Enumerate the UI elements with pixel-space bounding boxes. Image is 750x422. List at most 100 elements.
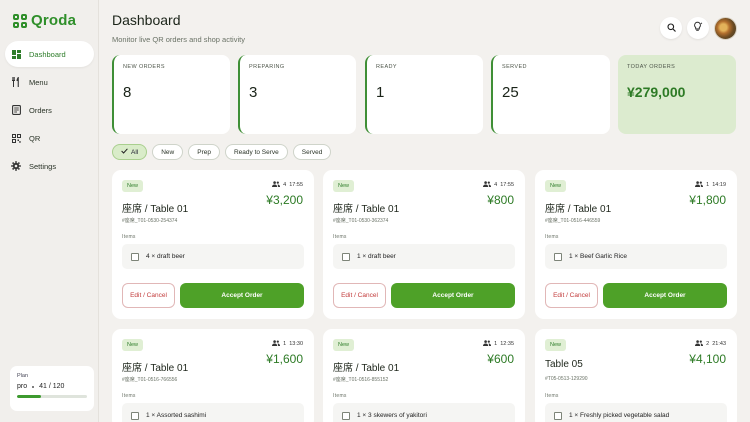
items-label: Items	[333, 393, 347, 399]
sidebar-item-label: Orders	[29, 105, 52, 115]
sidebar-item-label: QR	[29, 133, 41, 143]
sidebar-item-orders[interactable]: Orders	[5, 97, 94, 123]
item-checkbox[interactable]	[342, 411, 350, 420]
order-item-text: 1 × Freshly picked vegetable salad	[569, 412, 670, 419]
sidebar-item-label: Menu	[29, 77, 48, 87]
item-checkbox[interactable]	[131, 252, 139, 261]
stat-label: SERVED	[502, 64, 527, 70]
item-checkbox[interactable]	[554, 252, 562, 261]
table-name: 座席 / Table 01	[122, 204, 189, 215]
order-total: ¥3,200	[266, 193, 303, 207]
status-badge: New	[333, 180, 355, 192]
filter-chip-ready-to-serve[interactable]: Ready to Serve	[224, 144, 288, 160]
search-button[interactable]	[660, 17, 682, 39]
order-meta: 4 17:55	[483, 181, 514, 189]
sidebar-item-menu[interactable]: Menu	[5, 69, 94, 95]
item-checkbox[interactable]	[554, 411, 562, 420]
qr-logo-icon	[13, 13, 27, 28]
brand-logo[interactable]: Qroda	[13, 12, 76, 29]
plan-usage: 41 / 120	[39, 383, 65, 390]
order-id: #T05-0513-129290	[545, 376, 588, 382]
sidebar-item-label: Dashboard	[29, 49, 66, 59]
receipt-icon	[11, 105, 21, 115]
filter-chip-all[interactable]: All	[112, 144, 148, 160]
order-card: New 2 21:43 ¥4,100 Table 05 #T05-0513-12…	[535, 329, 737, 422]
order-card: New 4 17:55 ¥800 座席 / Table 01 #座席_T01-0…	[323, 170, 525, 319]
people-icon	[272, 181, 281, 189]
page-subtitle: Monitor live QR orders and shop activity	[112, 35, 245, 44]
fork-knife-icon	[11, 77, 21, 87]
accept-order-button[interactable]: Accept Order	[603, 283, 727, 308]
sidebar-nav: Dashboard Menu Orders QR Settings	[0, 41, 99, 181]
guest-count: 1	[283, 341, 287, 347]
plan-usage-line: pro 41 / 120	[17, 383, 87, 390]
order-id: #座席_T01-0516-766556	[122, 377, 178, 383]
order-time: 13:30	[289, 341, 303, 347]
order-id: #座席_T01-0530-254374	[122, 218, 178, 224]
tips-button[interactable]	[687, 17, 709, 39]
order-item-text: 1 × draft beer	[357, 253, 396, 260]
plan-card: Plan pro 41 / 120	[10, 366, 94, 411]
order-meta: 1 12:35	[483, 340, 514, 348]
stat-value: 25	[502, 84, 519, 101]
edit-cancel-button[interactable]: Edit / Cancel	[333, 283, 386, 308]
stat-value: 8	[123, 84, 132, 101]
order-id: #座席_T01-0530-362374	[333, 218, 389, 224]
stat-label: PREPARING	[249, 64, 285, 70]
order-time: 17:55	[500, 182, 514, 188]
order-card: New 1 12:35 ¥600 座席 / Table 01 #座席_T01-0…	[323, 329, 525, 422]
table-name: 座席 / Table 01	[545, 204, 612, 215]
avatar[interactable]	[714, 17, 737, 40]
order-meta: 2 21:43	[695, 340, 726, 348]
accept-order-button[interactable]: Accept Order	[391, 283, 515, 308]
filter-chip-label: Served	[301, 148, 323, 156]
guest-count: 1	[706, 182, 710, 188]
gear-icon	[11, 161, 21, 171]
stat-value: 3	[249, 84, 258, 101]
filter-chip-label: New	[161, 148, 175, 156]
table-name: 座席 / Table 01	[333, 204, 400, 215]
edit-cancel-button[interactable]: Edit / Cancel	[122, 283, 175, 308]
guest-count: 4	[494, 182, 498, 188]
stat-value: ¥279,000	[627, 84, 686, 100]
guest-count: 1	[494, 341, 498, 347]
order-item: 1 × Beef Garlic Rice	[545, 244, 727, 269]
dashboard-icon	[11, 49, 21, 59]
item-checkbox[interactable]	[131, 411, 139, 420]
order-time: 17:55	[289, 182, 303, 188]
order-item: 1 × Assorted sashimi	[122, 403, 304, 422]
order-total: ¥800	[487, 193, 514, 207]
people-icon	[483, 340, 492, 348]
table-name: 座席 / Table 01	[122, 363, 189, 374]
status-badge: New	[122, 180, 144, 192]
sidebar-item-qr[interactable]: QR	[5, 125, 94, 151]
sidebar-item-settings[interactable]: Settings	[5, 153, 94, 179]
qr-icon	[11, 133, 21, 143]
brand-name: Qroda	[31, 12, 77, 29]
accept-order-button[interactable]: Accept Order	[180, 283, 304, 308]
order-item-text: 1 × 3 skewers of yakitori	[357, 412, 427, 419]
order-item: 1 × draft beer	[333, 244, 515, 269]
items-label: Items	[545, 234, 559, 240]
order-item: 1 × Freshly picked vegetable salad	[545, 403, 727, 422]
people-icon	[695, 181, 704, 189]
order-total: ¥4,100	[689, 352, 726, 366]
stat-card-preparing: PREPARING 3	[238, 55, 356, 134]
stat-label: TODAY ORDERS	[627, 64, 676, 70]
item-checkbox[interactable]	[342, 252, 350, 261]
order-id: #座席_T01-0516-855152	[333, 377, 389, 383]
stat-card-served: SERVED 25	[491, 55, 610, 134]
people-icon	[483, 181, 492, 189]
guest-count: 2	[706, 341, 710, 347]
filter-chip-label: Ready to Serve	[233, 148, 279, 156]
items-label: Items	[333, 234, 347, 240]
filter-chip-served[interactable]: Served	[292, 144, 332, 160]
filter-chip-new[interactable]: New	[152, 144, 184, 160]
plan-usage-bar-fill	[17, 395, 41, 398]
search-icon	[666, 19, 676, 37]
stat-value: 1	[376, 84, 385, 101]
items-label: Items	[545, 393, 559, 399]
edit-cancel-button[interactable]: Edit / Cancel	[545, 283, 598, 308]
sidebar-item-dashboard[interactable]: Dashboard	[5, 41, 94, 67]
filter-chip-prep[interactable]: Prep	[188, 144, 220, 160]
